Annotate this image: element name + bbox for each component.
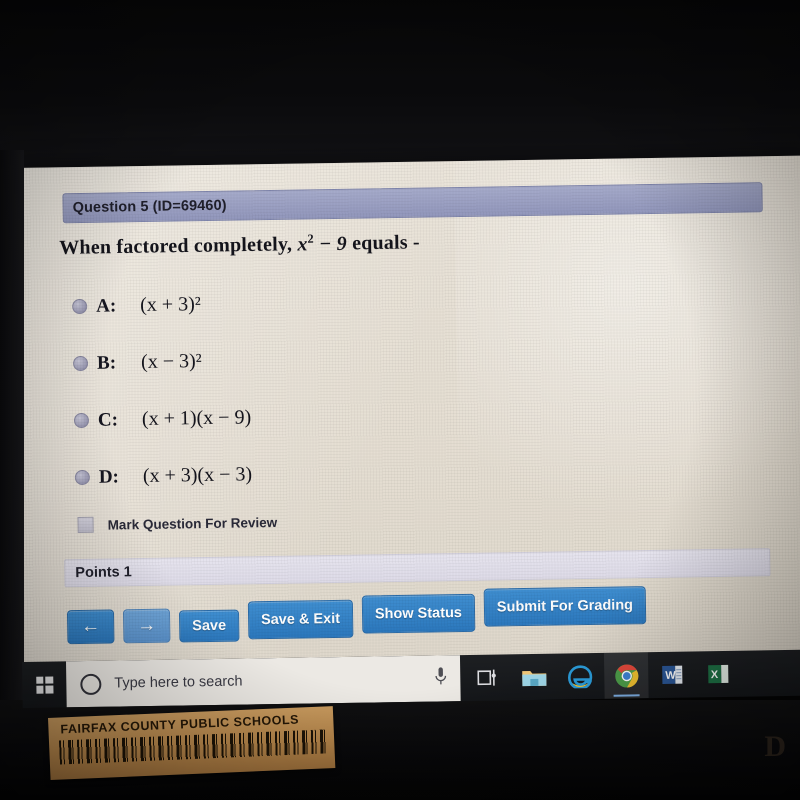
quiz-button-row: ← → Save Save & Exit Show Status Submit … xyxy=(66,586,647,645)
photo-dark-border-top xyxy=(0,0,800,172)
svg-text:W: W xyxy=(665,670,676,682)
corner-marking: D xyxy=(764,730,786,763)
save-button[interactable]: Save xyxy=(178,609,240,643)
option-b-letter: B: xyxy=(96,351,117,374)
start-button[interactable] xyxy=(22,661,67,708)
question-header-label: Question 5 (ID=69460) xyxy=(72,197,227,217)
show-status-button[interactable]: Show Status xyxy=(361,593,476,634)
points-label: Points 1 xyxy=(75,564,132,582)
photo-of-laptop-screen: Question 5 (ID=69460) When factored comp… xyxy=(0,0,800,800)
word-icon[interactable]: W xyxy=(650,651,695,698)
file-explorer-icon[interactable] xyxy=(512,654,557,701)
radio-button-c-icon[interactable] xyxy=(73,412,90,429)
question-prompt-suffix: equals - xyxy=(351,231,420,255)
radio-button-b-icon[interactable] xyxy=(72,355,89,372)
excel-icon[interactable]: X xyxy=(696,651,741,698)
next-question-button[interactable]: → xyxy=(122,608,171,644)
radio-button-a-icon[interactable] xyxy=(72,298,88,315)
microphone-icon[interactable] xyxy=(434,666,447,691)
laptop-screen: Question 5 (ID=69460) When factored comp… xyxy=(14,155,800,688)
option-b-expression: (x − 3)² xyxy=(140,350,202,374)
option-c-expression: (x + 1)(x − 9) xyxy=(141,406,252,431)
arrow-right-icon: → xyxy=(137,614,157,637)
save-and-exit-button[interactable]: Save & Exit xyxy=(247,599,354,640)
question-prompt: When factored completely, x2 − 9 equals … xyxy=(59,227,619,260)
points-bar: Points 1 xyxy=(64,548,771,588)
option-a[interactable]: A: (x + 3)² xyxy=(72,293,201,318)
option-d-letter: D: xyxy=(98,465,120,488)
submit-for-grading-button[interactable]: Submit For Grading xyxy=(483,586,647,627)
search-circle-icon xyxy=(80,673,102,695)
option-a-letter: A: xyxy=(96,294,117,317)
question-prompt-math: x2 − 9 xyxy=(297,231,352,255)
svg-text:X: X xyxy=(711,669,719,681)
taskbar-icons: W X xyxy=(460,651,741,701)
photo-dark-border-left xyxy=(0,150,24,710)
mark-for-review-row[interactable]: Mark Question For Review xyxy=(77,514,278,534)
radio-button-d-icon[interactable] xyxy=(74,469,90,486)
internet-explorer-icon[interactable] xyxy=(558,653,603,700)
search-placeholder: Type here to search xyxy=(114,673,243,692)
math-exponent: 2 xyxy=(307,231,314,246)
option-d[interactable]: D: (x + 3)(x − 3) xyxy=(74,463,253,489)
question-prompt-text: When factored completely, xyxy=(59,233,293,259)
search-input[interactable]: Type here to search xyxy=(65,655,461,708)
mark-for-review-label: Mark Question For Review xyxy=(107,514,278,533)
question-header-bar: Question 5 (ID=69460) xyxy=(62,182,763,224)
previous-question-button[interactable]: ← xyxy=(66,609,115,645)
windows-logo-icon xyxy=(35,676,53,694)
option-b[interactable]: B: (x − 3)² xyxy=(72,350,202,375)
option-a-expression: (x + 3)² xyxy=(139,293,201,317)
arrow-left-icon: ← xyxy=(81,615,101,637)
mark-for-review-checkbox[interactable] xyxy=(77,516,94,534)
option-d-expression: (x + 3)(x − 3) xyxy=(142,463,253,488)
asset-sticker: FAIRFAX COUNTY PUBLIC SCHOOLS xyxy=(48,706,336,780)
option-c[interactable]: C: (x + 1)(x − 9) xyxy=(73,406,252,432)
option-c-letter: C: xyxy=(97,408,119,431)
chrome-icon[interactable] xyxy=(603,652,649,699)
math-remainder: − 9 xyxy=(318,232,348,255)
task-view-icon[interactable] xyxy=(466,654,511,701)
